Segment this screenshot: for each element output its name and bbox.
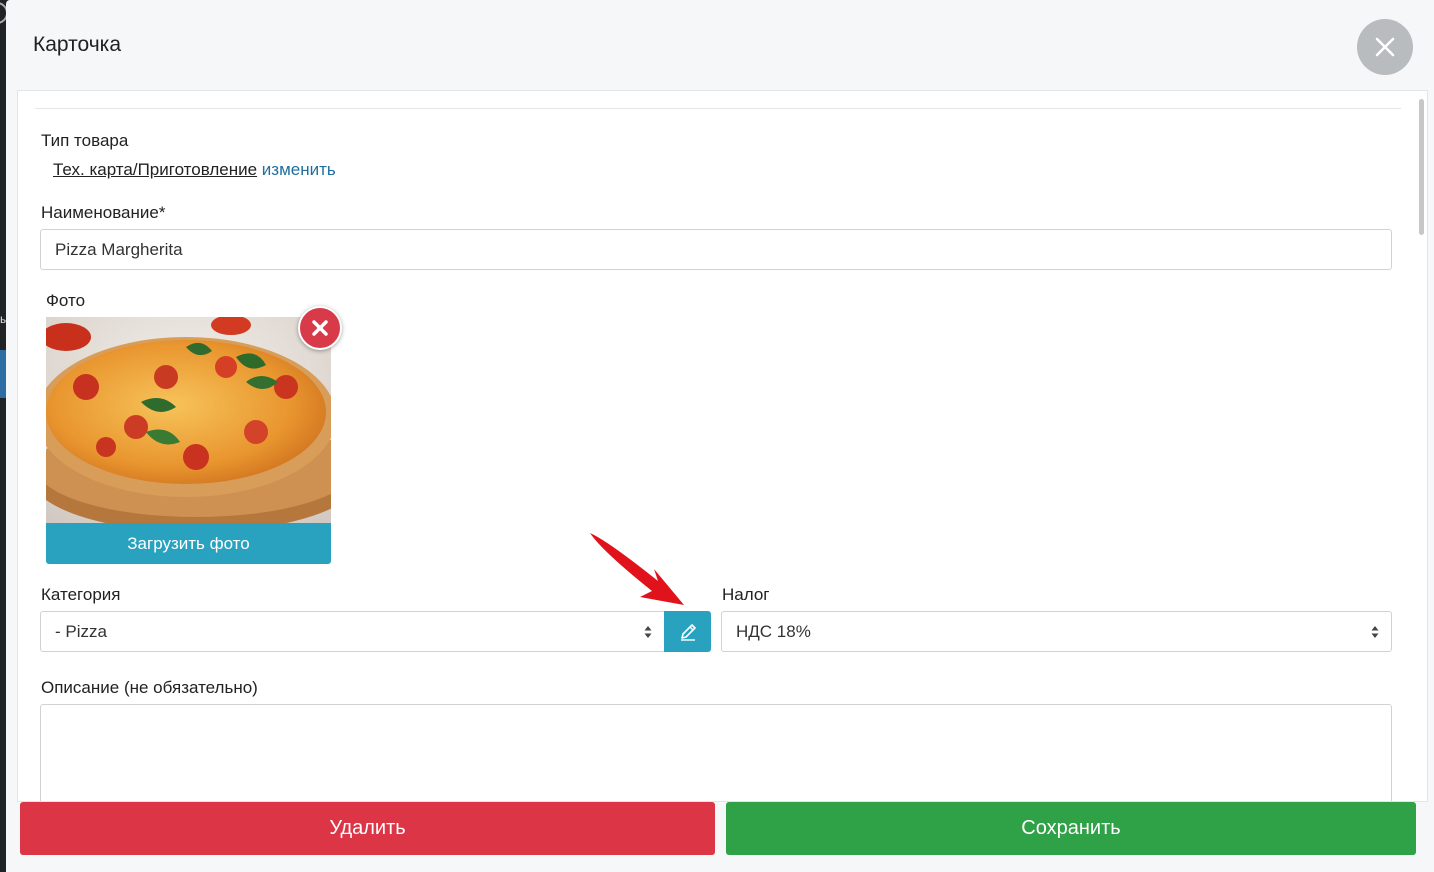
category-select[interactable]: - Pizza [40, 611, 665, 652]
product-card-modal: Карточка Тип товара Тех. карта/Приготовл… [6, 0, 1434, 872]
delete-button[interactable]: Удалить [20, 802, 715, 855]
category-selected-value: - Pizza [55, 621, 107, 641]
close-button[interactable] [1357, 19, 1413, 75]
remove-x-icon [312, 320, 328, 336]
chevron-updown-icon [1371, 625, 1379, 638]
description-label: Описание (не обязательно) [41, 678, 258, 697]
product-photo [46, 317, 331, 523]
save-button[interactable]: Сохранить [726, 802, 1416, 855]
close-icon [1375, 37, 1395, 57]
chevron-updown-icon [644, 625, 652, 638]
photo-label: Фото [46, 291, 86, 310]
modal-body[interactable]: Тип товара Тех. карта/Приготовление изме… [17, 90, 1428, 802]
product-type-value: Тех. карта/Приготовление изменить [53, 160, 336, 180]
pencil-icon [680, 623, 696, 641]
tax-label: Налог [722, 585, 770, 604]
product-type-current[interactable]: Тех. карта/Приготовление [53, 160, 257, 179]
tax-selected-value: НДС 18% [736, 621, 811, 641]
modal-title: Карточка [33, 33, 121, 56]
change-product-type-link[interactable]: изменить [262, 160, 336, 179]
product-type-label: Тип товара [41, 131, 129, 150]
remove-photo-button[interactable] [298, 306, 342, 350]
divider [35, 108, 1401, 109]
description-textarea[interactable] [40, 704, 1392, 801]
name-label: Наименование* [41, 203, 166, 222]
annotation-arrow-icon [590, 533, 684, 605]
scrollbar[interactable] [1419, 99, 1424, 235]
category-label: Категория [41, 585, 121, 604]
name-input[interactable]: Pizza Margherita [40, 229, 1392, 270]
tax-select[interactable]: НДС 18% [721, 611, 1392, 652]
upload-photo-button[interactable]: Загрузить фото [46, 523, 331, 564]
